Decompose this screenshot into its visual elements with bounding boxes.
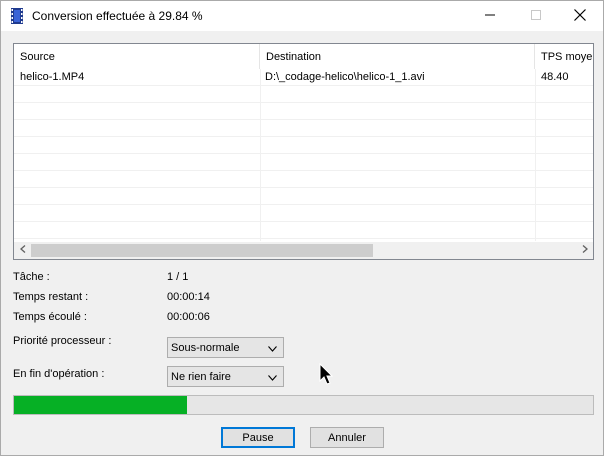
- column-header-tps[interactable]: TPS moyen: [535, 44, 593, 69]
- empty-row: [14, 86, 593, 103]
- column-header-source[interactable]: Source: [14, 44, 260, 69]
- chevron-right-icon: [582, 245, 588, 256]
- task-label: Tâche :: [13, 271, 50, 283]
- empty-row: [14, 120, 593, 137]
- window-title: Conversion effectuée à 29.84 %: [32, 9, 203, 23]
- progress-fill: [14, 396, 187, 414]
- empty-row: [14, 188, 593, 205]
- scroll-left-button[interactable]: [14, 242, 31, 259]
- elapsed-time-label: Temps écoulé :: [13, 311, 87, 323]
- empty-row: [14, 154, 593, 171]
- close-icon: [574, 8, 586, 24]
- remaining-time-value: 00:00:14: [167, 291, 210, 303]
- scroll-right-button[interactable]: [576, 242, 593, 259]
- minimize-button[interactable]: [467, 1, 513, 31]
- column-header-destination[interactable]: Destination: [260, 44, 535, 69]
- chevron-left-icon: [19, 245, 26, 256]
- scroll-thumb[interactable]: [31, 244, 373, 257]
- horizontal-scrollbar[interactable]: [14, 242, 593, 259]
- empty-row: [14, 103, 593, 120]
- maximize-icon: [531, 9, 541, 23]
- empty-row: [14, 171, 593, 188]
- cell-destination: D:\_codage-helico\helico-1_1.avi: [265, 71, 425, 83]
- remaining-time-label: Temps restant :: [13, 291, 89, 303]
- task-value: 1 / 1: [167, 271, 189, 283]
- empty-row: [14, 222, 593, 239]
- film-icon: [11, 8, 23, 24]
- priority-select[interactable]: Sous-normale: [167, 337, 284, 358]
- mouse-cursor-icon: [319, 362, 334, 388]
- cancel-button[interactable]: Annuler: [310, 427, 384, 448]
- maximize-button[interactable]: [513, 1, 559, 31]
- pause-button[interactable]: Pause: [221, 427, 295, 448]
- minimize-icon: [485, 10, 495, 23]
- chevron-down-icon: [268, 343, 277, 355]
- table-row[interactable]: helico-1.MP4 D:\_codage-helico\helico-1_…: [14, 69, 593, 86]
- cell-tps: 48.40: [541, 71, 569, 83]
- conversion-window: Conversion effectuée à 29.84 % Source De…: [0, 0, 604, 456]
- priority-select-value: Sous-normale: [171, 342, 240, 354]
- cell-source: helico-1.MP4: [20, 71, 85, 83]
- conversion-list[interactable]: Source Destination TPS moyen helico-1.MP…: [13, 43, 594, 260]
- end-of-operation-label: En fin d'opération :: [13, 368, 105, 380]
- conversion-progress-bar: [13, 395, 594, 415]
- list-rows: helico-1.MP4 D:\_codage-helico\helico-1_…: [14, 69, 593, 239]
- list-header: Source Destination TPS moyen: [14, 44, 593, 69]
- chevron-down-icon: [268, 372, 277, 384]
- empty-row: [14, 205, 593, 222]
- empty-row: [14, 137, 593, 154]
- end-of-operation-select-value: Ne rien faire: [171, 371, 231, 383]
- elapsed-time-value: 00:00:06: [167, 311, 210, 323]
- priority-label: Priorité processeur :: [13, 335, 112, 347]
- title-bar[interactable]: Conversion effectuée à 29.84 %: [1, 1, 603, 31]
- close-button[interactable]: [557, 1, 603, 31]
- end-of-operation-select[interactable]: Ne rien faire: [167, 366, 284, 387]
